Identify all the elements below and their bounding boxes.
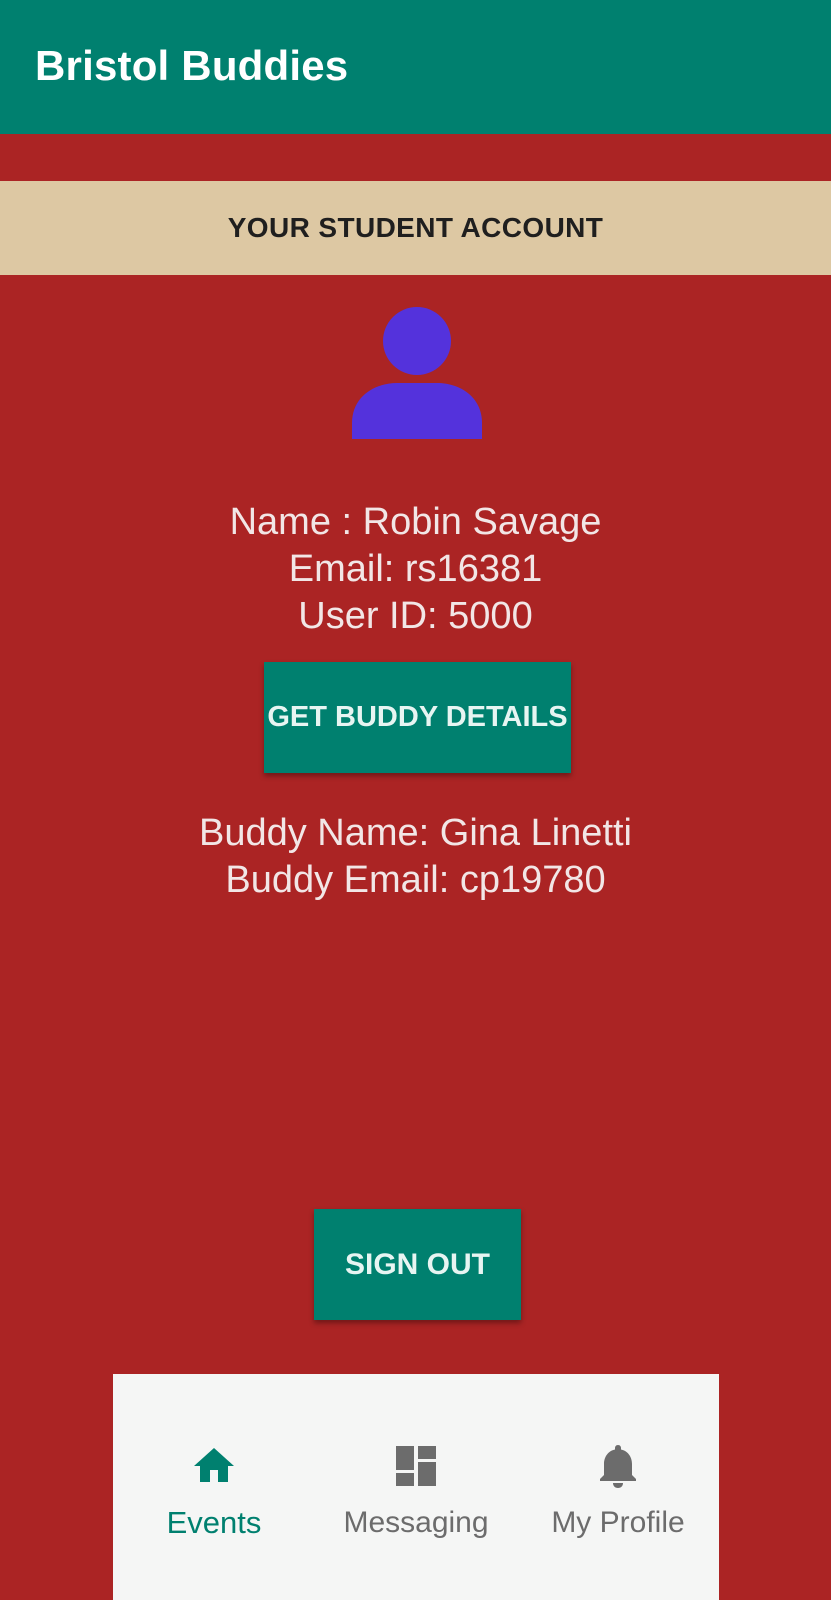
- buddy-info: Buddy Name: Gina Linetti Buddy Email: cp…: [0, 810, 831, 904]
- get-buddy-details-button[interactable]: GET BUDDY DETAILS: [264, 662, 571, 773]
- nav-item-label: Events: [166, 1505, 262, 1540]
- bottom-navigation: Events Messaging My Profile: [113, 1374, 719, 1600]
- nav-item-label: Messaging: [343, 1506, 489, 1539]
- user-name: Name : Robin Savage: [229, 501, 602, 543]
- nav-item-events[interactable]: Events: [113, 1374, 315, 1600]
- nav-item-my-profile[interactable]: My Profile: [517, 1374, 719, 1600]
- bell-icon: [600, 1445, 636, 1488]
- user-email: Email: rs16381: [288, 548, 543, 590]
- buddy-name: Buddy Name: Gina Linetti: [198, 812, 632, 854]
- sign-out-button[interactable]: SIGN OUT: [314, 1209, 521, 1320]
- user-info: Name : Robin Savage Email: rs16381 User …: [0, 499, 831, 640]
- nav-item-messaging[interactable]: Messaging: [315, 1374, 517, 1600]
- buddy-email: Buddy Email: cp19780: [225, 859, 606, 901]
- account-banner: YOUR STUDENT ACCOUNT: [0, 181, 831, 275]
- app-title: Bristol Buddies: [35, 42, 349, 89]
- app-bar: Bristol Buddies: [0, 0, 831, 134]
- nav-item-label: My Profile: [551, 1506, 685, 1539]
- dashboard-icon: [396, 1446, 436, 1486]
- account-banner-label: YOUR STUDENT ACCOUNT: [227, 212, 604, 243]
- person-icon: [352, 307, 482, 439]
- user-id: User ID: 5000: [298, 595, 533, 637]
- home-icon: [194, 1448, 234, 1482]
